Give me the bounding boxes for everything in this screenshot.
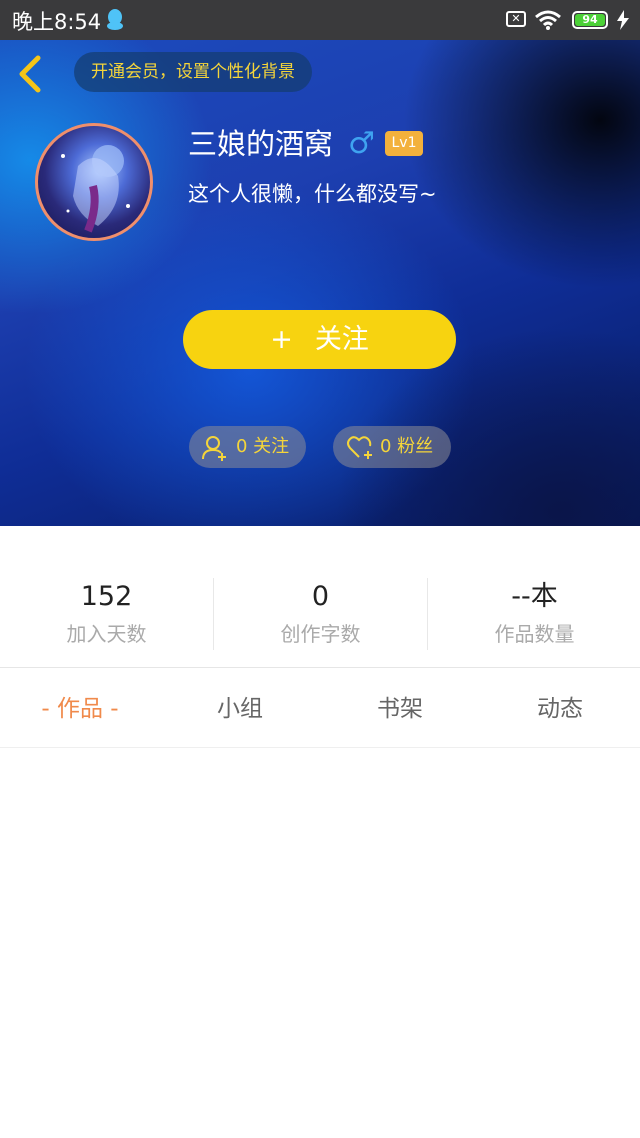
battery-level: 94	[575, 14, 605, 26]
heart-add-icon	[347, 436, 372, 459]
stats-row: 152 加入天数 0 创作字数 --本 作品数量	[0, 576, 640, 652]
stat-value: 0	[311, 581, 330, 612]
tab-bookshelf[interactable]: 书架	[320, 668, 480, 747]
vip-background-banner[interactable]: 开通会员，设置个性化背景	[74, 52, 312, 92]
back-arrow-icon[interactable]	[14, 54, 48, 94]
tab-activity[interactable]: 动态	[480, 668, 640, 747]
stat-value: 152	[80, 581, 133, 612]
status-time: 晚上8:54	[12, 10, 102, 34]
charging-icon	[617, 10, 629, 30]
profile-tabs: - 作品 - 小组 书架 动态	[0, 668, 640, 747]
qq-icon	[107, 9, 123, 30]
follow-button[interactable]: + 关注	[183, 310, 456, 369]
following-count-chip[interactable]: 0 关注	[189, 426, 306, 468]
male-gender-icon: ♂	[348, 126, 375, 161]
divider	[0, 747, 640, 748]
plus-icon: +	[270, 324, 293, 355]
battery-icon: 94	[572, 11, 608, 29]
stat-label: 作品数量	[494, 622, 575, 646]
tab-groups[interactable]: 小组	[160, 668, 320, 747]
avatar-image	[61, 145, 130, 233]
following-count: 0 关注	[236, 436, 290, 457]
avatar[interactable]	[35, 123, 153, 241]
stat-label: 创作字数	[280, 622, 361, 646]
stat-label: 加入天数	[66, 622, 147, 646]
user-bio: 这个人很懒，什么都没写~	[188, 182, 437, 206]
tab-works[interactable]: - 作品 -	[0, 668, 160, 747]
stat-word-count: 0 创作字数	[214, 576, 427, 652]
status-bar: 晚上8:54 ✕ 94	[0, 0, 640, 40]
wifi-icon	[535, 10, 561, 30]
stat-join-days: 152 加入天数	[0, 576, 213, 652]
profile-header: 开通会员，设置个性化背景 三娘的酒窝 ♂ Lv1 这个人很懒，什么都没写~ + 关…	[0, 40, 640, 526]
fans-count: 0 粉丝	[380, 436, 434, 457]
level-badge: Lv1	[385, 131, 423, 156]
sim-icon: ✕	[506, 11, 526, 27]
user-add-icon	[202, 436, 226, 461]
fans-count-chip[interactable]: 0 粉丝	[333, 426, 451, 468]
username: 三娘的酒窝	[188, 127, 334, 161]
stat-works-count: --本 作品数量	[428, 576, 640, 652]
stat-value: --本	[511, 581, 558, 612]
follow-button-label: 关注	[314, 324, 369, 355]
